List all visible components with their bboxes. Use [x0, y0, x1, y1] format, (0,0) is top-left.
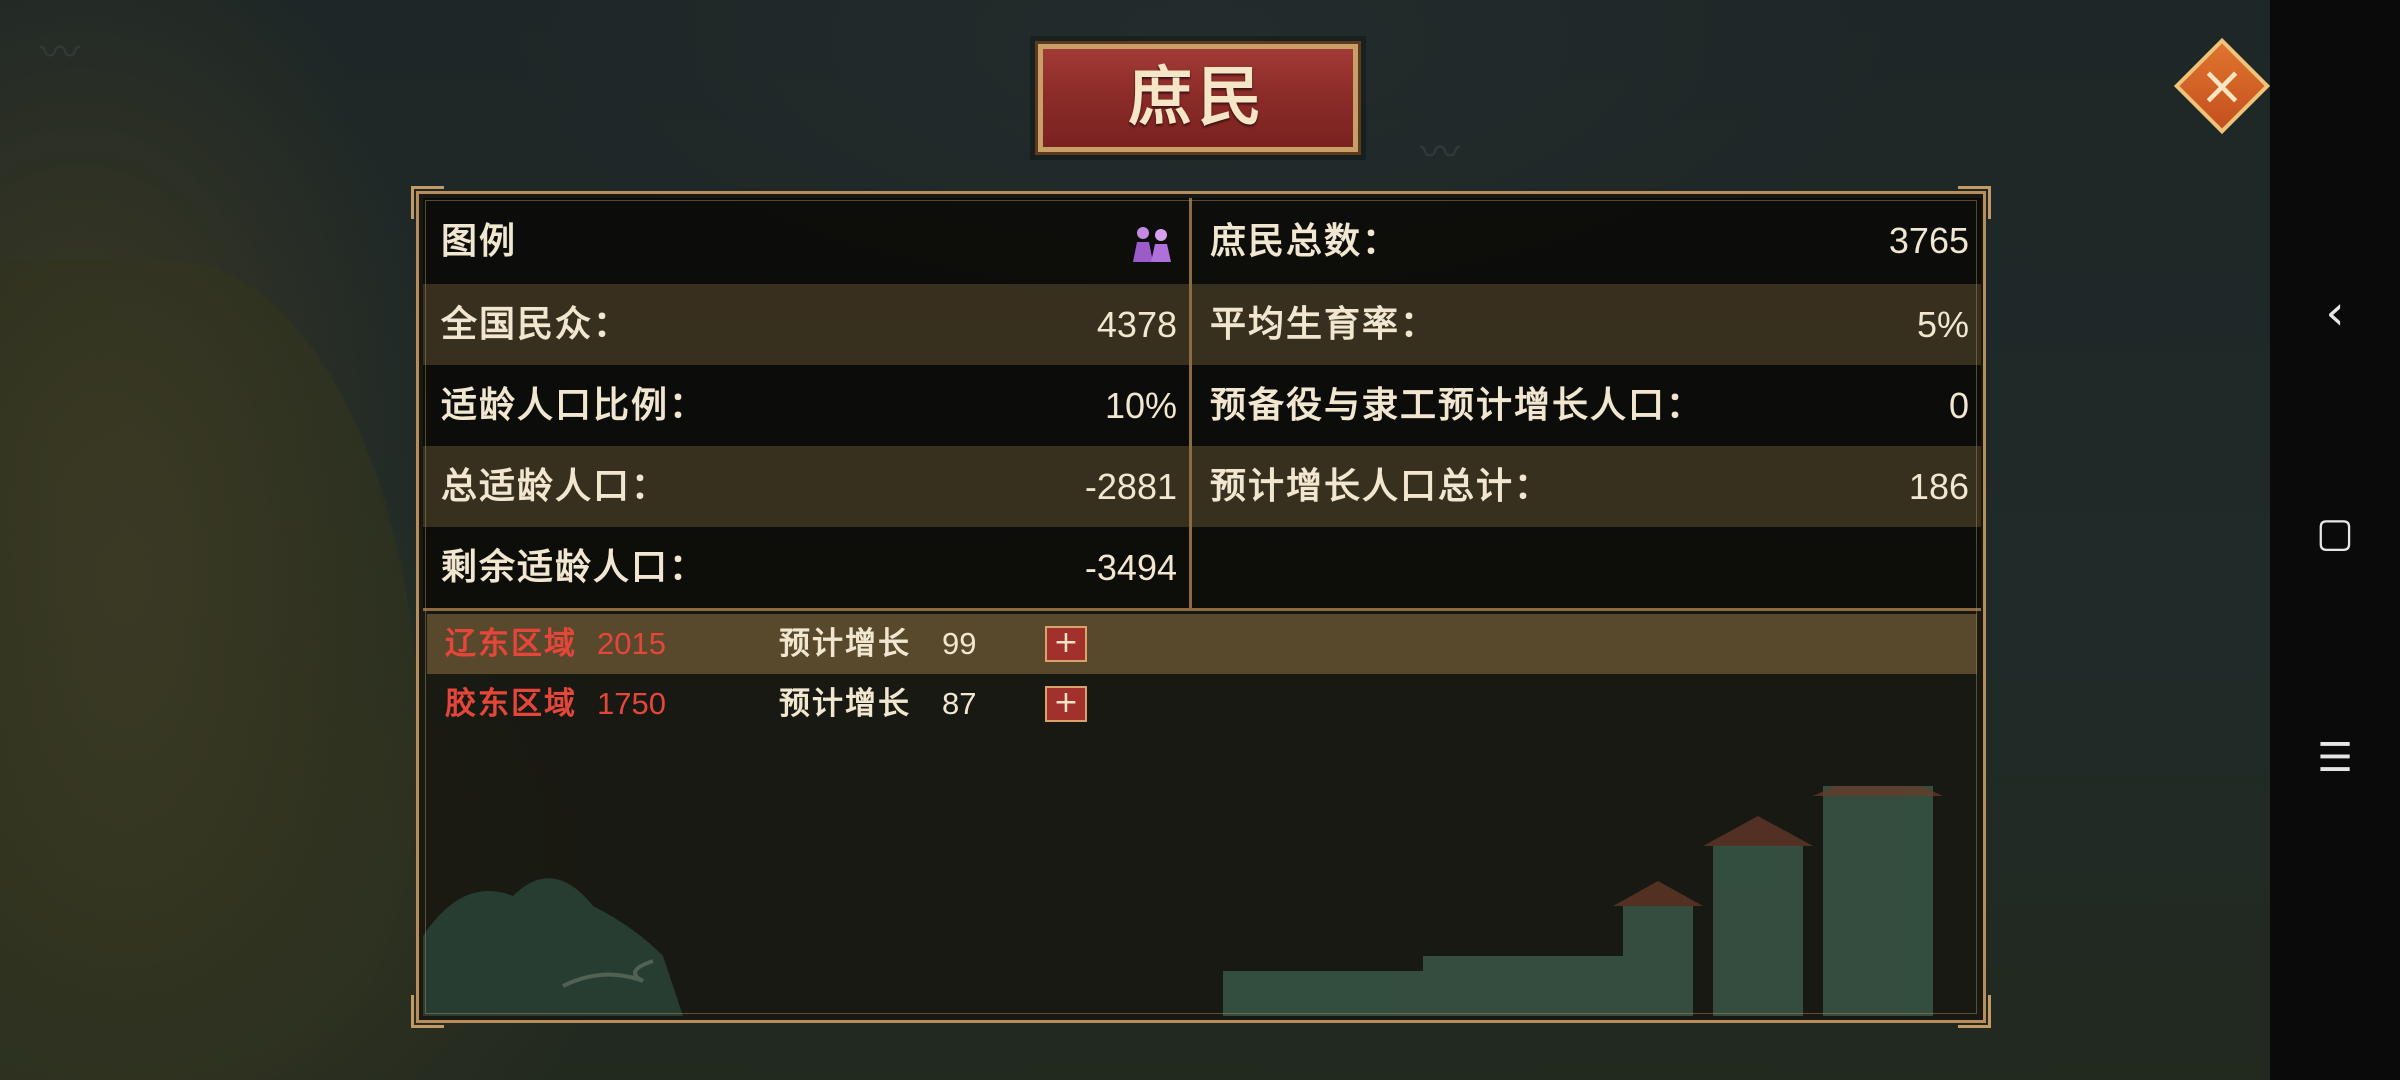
- section-divider: [423, 608, 1981, 611]
- cloud-decoration: 〰: [1420, 130, 1460, 176]
- stats-left-column: 图例 全国民众： 4378 适龄人口比例： 10% 总适龄人口： -2881 剩…: [423, 198, 1192, 608]
- region-add-button[interactable]: +: [1045, 686, 1087, 722]
- commoners-panel: 图例 全国民众： 4378 适龄人口比例： 10% 总适龄人口： -2881 剩…: [411, 186, 1991, 1028]
- stat-value: 5%: [1916, 304, 1969, 345]
- stat-value: -3494: [1084, 547, 1177, 588]
- region-population: 2015: [597, 626, 666, 661]
- plus-icon: +: [1053, 625, 1079, 660]
- stat-value: 4378: [1096, 304, 1177, 345]
- region-row[interactable]: 辽东区域 2015 预计增长 99 +: [427, 614, 1977, 674]
- region-row[interactable]: 胶东区域 1750 预计增长 87 +: [427, 674, 1977, 734]
- stat-value: 186: [1908, 466, 1969, 507]
- stat-label: 预计增长人口总计：: [1210, 465, 1553, 507]
- stat-row: 预计增长人口总计： 186: [1192, 446, 1981, 527]
- stat-row: 全国民众： 4378: [423, 284, 1189, 365]
- region-growth-value: 99: [942, 626, 977, 661]
- stat-label: 适龄人口比例：: [441, 384, 708, 426]
- stat-label: 预备役与隶工预计增长人口：: [1210, 384, 1705, 426]
- nav-back-button[interactable]: ‹: [2270, 285, 2400, 341]
- page-title: 庶民: [1035, 41, 1361, 155]
- stat-row: 庶民总数： 3765: [1192, 198, 1981, 284]
- stats-table: 图例 全国民众： 4378 适龄人口比例： 10% 总适龄人口： -2881 剩…: [423, 198, 1981, 608]
- stat-label: 平均生育率：: [1210, 303, 1439, 345]
- stat-label: 庶民总数：: [1210, 220, 1401, 262]
- legend-row: 图例: [423, 198, 1189, 284]
- stat-value: 0: [1948, 385, 1969, 426]
- nav-menu-button[interactable]: ☰: [2270, 735, 2400, 781]
- frame-corner: [411, 995, 444, 1028]
- region-list: 辽东区域 2015 预计增长 99 + 胶东区域 1750 预计增长 87 +: [427, 614, 1977, 734]
- region-add-button[interactable]: +: [1045, 626, 1087, 662]
- stat-row: 剩余适龄人口： -3494: [423, 527, 1189, 608]
- plus-icon: +: [1053, 685, 1079, 720]
- stat-row-empty: [1192, 527, 1981, 608]
- stat-label: 总适龄人口：: [441, 465, 670, 507]
- region-population: 1750: [597, 686, 666, 721]
- frame-corner: [1958, 995, 1991, 1028]
- region-name: 胶东区域: [445, 686, 577, 722]
- stat-value: 3765: [1888, 220, 1969, 261]
- stat-label: 剩余适龄人口：: [441, 546, 708, 588]
- stat-value: -2881: [1084, 466, 1177, 507]
- cloud-decoration: 〰: [40, 30, 80, 76]
- commoners-legend-icon: [1133, 227, 1171, 262]
- stat-row: 总适龄人口： -2881: [423, 446, 1189, 527]
- close-icon: ×: [2199, 54, 2245, 117]
- region-growth-value: 87: [942, 686, 977, 721]
- system-nav-bar: ‹ ▢ ☰: [2270, 0, 2400, 1080]
- stat-row: 平均生育率： 5%: [1192, 284, 1981, 365]
- legend-label: 图例: [441, 220, 518, 262]
- stat-label: 全国民众：: [441, 303, 632, 345]
- scenery-decoration: [423, 786, 1943, 1016]
- stat-row: 预备役与隶工预计增长人口： 0: [1192, 365, 1981, 446]
- stat-value: 10%: [1104, 385, 1177, 426]
- region-growth-label: 预计增长: [779, 626, 911, 662]
- region-growth-label: 预计增长: [779, 686, 911, 722]
- stats-right-column: 庶民总数： 3765 平均生育率： 5% 预备役与隶工预计增长人口： 0 预计增…: [1192, 198, 1981, 608]
- region-name: 辽东区域: [445, 626, 577, 662]
- stat-row: 适龄人口比例： 10%: [423, 365, 1189, 446]
- nav-home-button[interactable]: ▢: [2270, 510, 2400, 556]
